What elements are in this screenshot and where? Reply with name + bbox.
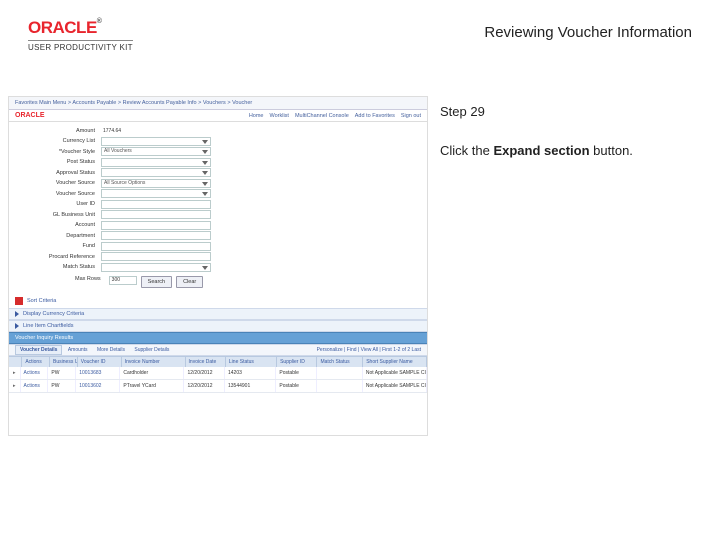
instruction-panel: Step 29 Click the Expand section button.: [440, 96, 633, 158]
link-signout[interactable]: Sign out: [401, 113, 421, 119]
sel-post[interactable]: [101, 158, 211, 167]
subbrand: USER PRODUCTIVITY KIT: [28, 40, 133, 52]
oracle-logo: ORACLE®: [28, 18, 133, 38]
sel-vsrc2[interactable]: [101, 189, 211, 198]
lbl-match: Match Status: [15, 264, 101, 270]
input-user[interactable]: [101, 200, 211, 209]
lbl-vsrc2: Voucher Source: [15, 191, 101, 197]
grid-paging[interactable]: First 1-2 of 2 Last: [382, 347, 421, 353]
table-row: ▸ Actions PW 10013683 Cardholder 12/20/2…: [9, 367, 427, 380]
grid-title: Voucher Inquiry Results: [9, 332, 427, 344]
input-fund[interactable]: [101, 242, 211, 251]
expand-icon: [15, 323, 19, 329]
sel-vstyle[interactable]: All Vouchers: [101, 147, 211, 156]
instruction-text: Click the Expand section button.: [440, 143, 633, 158]
link-home[interactable]: Home: [249, 113, 264, 119]
input-acct[interactable]: [101, 221, 211, 230]
link-fav[interactable]: Add to Favorites: [355, 113, 395, 119]
chartfields-band[interactable]: Line Item Chartfields: [9, 320, 427, 332]
lbl-dept: Department: [15, 233, 101, 239]
search-form: Amount1774.64 Currency List *Voucher Sty…: [9, 122, 427, 294]
lbl-post: Post Status: [15, 159, 101, 165]
lbl-vsrc1: Voucher Source: [15, 180, 101, 186]
input-maxrows[interactable]: 300: [109, 276, 137, 285]
grid-toolbar: Voucher Details Amounts More Details Sup…: [9, 344, 427, 356]
input-dept[interactable]: [101, 231, 211, 240]
sel-appr[interactable]: [101, 168, 211, 177]
tab-supplier[interactable]: Supplier Details: [130, 346, 173, 354]
input-glbu[interactable]: [101, 210, 211, 219]
lbl-glbu: GL Business Unit: [15, 212, 101, 218]
top-links: Home Worklist MultiChannel Console Add t…: [249, 113, 421, 119]
lbl-amount: Amount: [15, 128, 101, 134]
expand-icon: [15, 311, 19, 317]
sort-criteria-label: Sort Criteria: [27, 298, 56, 304]
oracle-logo-small: ORACLE: [15, 112, 45, 119]
tab-amounts[interactable]: Amounts: [64, 346, 92, 354]
step-label: Step 29: [440, 104, 633, 119]
lbl-fund: Fund: [15, 243, 101, 249]
input-procard[interactable]: [101, 252, 211, 261]
lbl-user: User ID: [15, 201, 101, 207]
lbl-currency: Currency List: [15, 138, 101, 144]
breadcrumb: Favorites Main Menu > Accounts Payable >…: [9, 97, 427, 110]
link-mcc[interactable]: MultiChannel Console: [295, 113, 349, 119]
brand-block: ORACLE® USER PRODUCTIVITY KIT: [28, 18, 133, 52]
lbl-appr: Approval Status: [15, 170, 101, 176]
search-button[interactable]: Search: [141, 276, 172, 288]
lbl-maxrows: Max Rows: [75, 276, 105, 288]
expand-row-icon[interactable]: ▸: [9, 367, 21, 379]
link-worklist[interactable]: Worklist: [269, 113, 288, 119]
app-screenshot: Favorites Main Menu > Accounts Payable >…: [8, 96, 428, 436]
page-title: Reviewing Voucher Information: [484, 24, 692, 41]
tab-voucher-details[interactable]: Voucher Details: [15, 345, 62, 355]
grid-personalize[interactable]: Personalize | Find | View All |: [317, 347, 383, 353]
table-row: ▸ Actions PW 10013602 PTravel YCard 12/2…: [9, 380, 427, 393]
tab-more[interactable]: More Details: [93, 346, 129, 354]
row-actions[interactable]: Actions: [21, 367, 49, 379]
row-actions[interactable]: Actions: [21, 380, 49, 392]
expand-row-icon[interactable]: ▸: [9, 380, 21, 392]
val-amount: 1774.64: [101, 126, 211, 135]
lbl-vstyle: *Voucher Style: [15, 149, 101, 155]
expand-section-button[interactable]: [15, 297, 23, 305]
grid-columns: Actions Business Unit Voucher ID Invoice…: [9, 356, 427, 367]
lbl-acct: Account: [15, 222, 101, 228]
sel-match[interactable]: [101, 263, 211, 272]
display-currency-band[interactable]: Display Currency Criteria: [9, 308, 427, 320]
sel-currency[interactable]: [101, 137, 211, 146]
lbl-procard: Procard Reference: [15, 254, 101, 260]
sel-vsrc1[interactable]: All Source Options: [101, 179, 211, 188]
clear-button[interactable]: Clear: [176, 276, 203, 288]
